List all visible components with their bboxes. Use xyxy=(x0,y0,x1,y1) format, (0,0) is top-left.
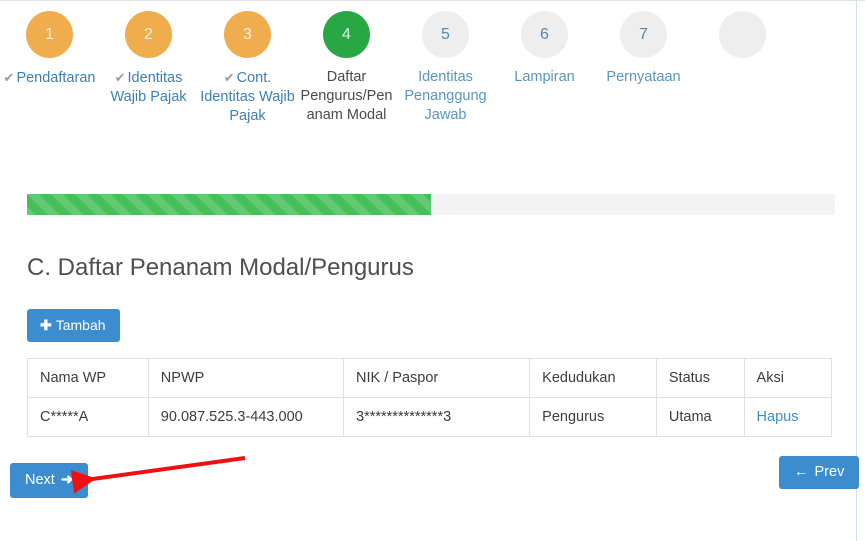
prev-button-label: Prev xyxy=(814,464,845,480)
registration-wizard-page: 1 ✔ Pendaftaran 2 ✔ Identitas Wajib Pajak … xyxy=(0,0,865,541)
column-header-nama-wp: Nama WP xyxy=(27,358,149,398)
add-tambah-button[interactable]: ✚ Tambah xyxy=(27,309,120,342)
wizard-step-4[interactable]: 4 Daftar Pengurus/Penanam Modal xyxy=(297,11,396,125)
step-3-number: 3 xyxy=(224,11,271,58)
step-7-number: 7 xyxy=(620,11,667,58)
step-1-number: 1 xyxy=(26,11,73,58)
column-header-kedudukan: Kedudukan xyxy=(529,358,657,398)
step-4-label: Daftar Pengurus/Penanam Modal xyxy=(300,69,393,123)
next-button-label: Next xyxy=(25,472,55,488)
table-row: C*****A 90.087.525.3-443.000 3**********… xyxy=(27,397,833,437)
wizard-step-7[interactable]: 7 Pernyataan xyxy=(594,11,693,87)
pengurus-table: Nama WP NPWP NIK / Paspor Kedudukan Stat… xyxy=(27,358,833,437)
step-1-label: ✔ Pendaftaran xyxy=(3,70,96,86)
cell-npwp: 90.087.525.3-443.000 xyxy=(147,397,345,437)
column-header-status: Status xyxy=(655,358,745,398)
page-title: C. Daftar Penanam Modal/Pengurus xyxy=(27,254,414,281)
wizard-step-2[interactable]: 2 ✔ Identitas Wajib Pajak xyxy=(99,11,198,107)
cell-status: Utama xyxy=(655,397,745,437)
arrow-left-icon: ← xyxy=(794,464,809,480)
cell-aksi: Hapus xyxy=(743,397,833,437)
wizard-progress-fill xyxy=(27,194,431,215)
column-header-npwp: NPWP xyxy=(147,358,345,398)
step-3-check-icon: ✔ xyxy=(223,70,235,85)
next-button[interactable]: Next ➜ xyxy=(10,463,88,498)
arrow-right-icon: ➜ xyxy=(60,472,73,488)
wizard-stepper: 1 ✔ Pendaftaran 2 ✔ Identitas Wajib Pajak … xyxy=(0,11,865,171)
prev-button[interactable]: ← Prev xyxy=(779,456,860,489)
column-header-aksi: Aksi xyxy=(743,358,833,398)
column-header-nik-paspor: NIK / Paspor xyxy=(343,358,531,398)
wizard-step-5[interactable]: 5 Identitas Penanggung Jawab xyxy=(396,11,495,125)
cell-kedudukan: Pengurus xyxy=(529,397,657,437)
step-2-number: 2 xyxy=(125,11,172,58)
table-body: C*****A 90.087.525.3-443.000 3**********… xyxy=(27,397,833,437)
step-3-label: ✔ Cont. Identitas Wajib Pajak xyxy=(200,70,295,124)
step-8-number xyxy=(719,11,766,58)
delete-hapus-link[interactable]: Hapus xyxy=(757,409,799,425)
cell-nama-wp: C*****A xyxy=(27,397,149,437)
step-5-number: 5 xyxy=(422,11,469,58)
table-header-row: Nama WP NPWP NIK / Paspor Kedudukan Stat… xyxy=(27,358,833,398)
step-6-number: 6 xyxy=(521,11,568,58)
cell-nik-paspor: 3**************3 xyxy=(343,397,531,437)
step-2-label: ✔ Identitas Wajib Pajak xyxy=(110,70,187,105)
wizard-step-3[interactable]: 3 ✔ Cont. Identitas Wajib Pajak xyxy=(198,11,297,126)
table-head: Nama WP NPWP NIK / Paspor Kedudukan Stat… xyxy=(27,358,833,398)
step-4-number: 4 xyxy=(323,11,370,58)
step-7-label: Pernyataan xyxy=(606,69,681,85)
step-1-check-icon: ✔ xyxy=(3,70,15,85)
wizard-step-1[interactable]: 1 ✔ Pendaftaran xyxy=(0,11,99,88)
step-2-check-icon: ✔ xyxy=(114,70,126,85)
wizard-progress-track xyxy=(27,194,835,215)
step-5-label: Identitas Penanggung Jawab xyxy=(404,69,487,123)
step-6-label: Lampiran xyxy=(514,69,575,85)
wizard-step-6[interactable]: 6 Lampiran xyxy=(495,11,594,87)
plus-icon: ✚ xyxy=(40,317,52,333)
add-button-label: Tambah xyxy=(55,317,106,333)
wizard-step-8-partial[interactable] xyxy=(693,11,792,68)
